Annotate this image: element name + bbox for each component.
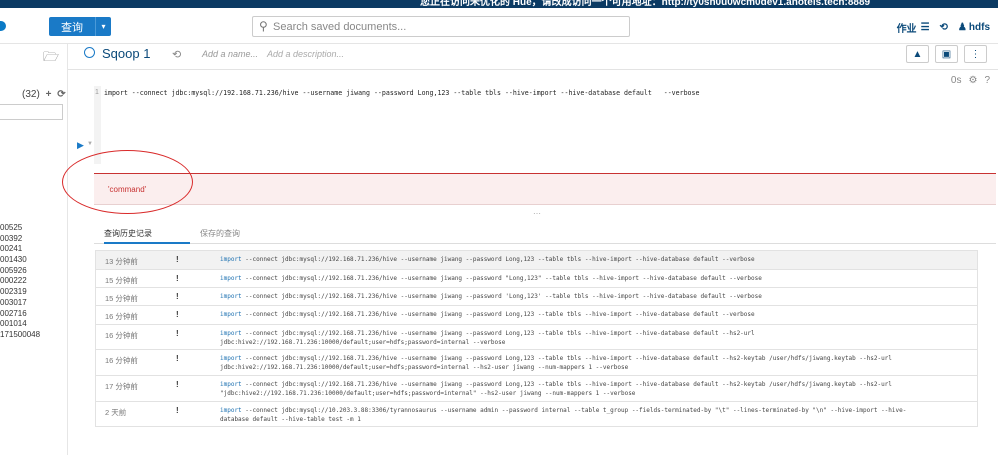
refresh-icon[interactable]: ⟳ (57, 89, 65, 100)
add-icon[interactable]: + (46, 89, 52, 100)
document-search: ⚲ (252, 16, 630, 37)
jobs-label: 作业 (896, 24, 917, 35)
status-icon: ! (176, 255, 179, 264)
list-item[interactable]: 001430 (0, 255, 68, 266)
table-row[interactable]: 16 分钟前 ! import --connect jdbc:mysql://1… (95, 350, 978, 376)
tab-saved-queries[interactable]: 保存的查询 (200, 228, 240, 244)
code-editor[interactable]: 1 import --connect jdbc:mysql://192.168.… (94, 86, 996, 164)
chevron-down-icon[interactable]: ▼ (87, 141, 93, 147)
editor-title: Sqoop 1 (102, 46, 151, 61)
notice-text: 您正在访问未优化的 Hue，请改成访问一个可用地址：http://ty0sh0u… (420, 0, 871, 8)
user-name: hdfs (968, 22, 990, 33)
history-table: 13 分钟前 ! import --connect jdbc:mysql://1… (95, 250, 978, 427)
result-tabs: 查询历史记录 保存的查询 (94, 224, 996, 244)
chart-button[interactable]: ▲ (906, 45, 929, 63)
row-command: import --connect jdbc:mysql://192.168.71… (220, 293, 762, 300)
list-item[interactable]: 003017 (0, 298, 68, 309)
row-time: 13 分钟前 (105, 257, 138, 266)
row-command: import --connect jdbc:mysql://192.168.71… (220, 275, 762, 282)
row-command: import --connect jdbc:mysql://192.168.71… (220, 256, 755, 263)
history-icon[interactable]: ⟲ (172, 48, 181, 61)
row-command: import --connect jdbc:mysql://192.168.71… (220, 355, 892, 371)
tab-query-history[interactable]: 查询历史记录 (104, 228, 190, 244)
user-icon: ♟ (957, 22, 967, 33)
filter-input[interactable] (0, 104, 63, 120)
table-row[interactable]: 13 分钟前 ! import --connect jdbc:mysql://1… (95, 250, 978, 270)
status-icon: ! (176, 380, 179, 389)
table-count: (32) + ⟳ (22, 89, 66, 100)
status-icon: ! (176, 310, 179, 319)
table-row[interactable]: 16 分钟前 ! import --connect jdbc:mysql://1… (95, 325, 978, 350)
row-time: 15 分钟前 (105, 276, 138, 285)
play-icon[interactable]: ▶ (77, 140, 84, 151)
hue-logo[interactable] (0, 21, 6, 31)
list-icon: ☰ (920, 22, 930, 33)
status-icon: ! (176, 354, 179, 363)
row-time: 16 分钟前 (105, 312, 138, 321)
list-item[interactable]: 171500048 (0, 330, 68, 341)
list-item[interactable]: 005926 (0, 266, 68, 277)
chart-icon: ▲ (912, 48, 923, 60)
row-command: import --connect jdbc:mysql://192.168.71… (220, 330, 755, 346)
timer-label: 0s (950, 75, 962, 86)
top-navbar: 查询 ▾ ⚲ 作业 ☰ ⟲ ♟ hdfs (0, 8, 998, 44)
table-row[interactable]: 2 天前 ! import --connect jdbc:mysql://10.… (95, 402, 978, 427)
list-item[interactable]: 001014 (0, 319, 68, 330)
line-number: 1 (95, 89, 99, 96)
sqoop-icon (84, 47, 95, 58)
table-row[interactable]: 16 分钟前 ! import --connect jdbc:mysql://1… (95, 306, 978, 325)
description-field[interactable]: Add a description... (267, 49, 344, 59)
annotation-circle (62, 150, 193, 214)
snippet-header: Sqoop 1 ⟲ Add a name... Add a descriptio… (68, 44, 998, 64)
save-button[interactable]: ▣ (935, 45, 958, 63)
name-field[interactable]: Add a name... (202, 49, 258, 59)
notice-banner: 您正在访问未优化的 Hue，请改成访问一个可用地址：http://ty0sh0u… (0, 0, 998, 8)
top-right-menu: 作业 ☰ ⟲ ♟ hdfs (887, 20, 990, 35)
more-icon: ⋮ (970, 48, 981, 60)
table-list: 00525 00392 00241 001430 005926 000222 0… (0, 223, 68, 341)
resize-handle[interactable]: ⋯ (533, 209, 542, 218)
row-time: 17 分钟前 (105, 382, 138, 391)
query-dropdown-toggle[interactable]: ▾ (95, 17, 111, 36)
search-icon: ⚲ (259, 19, 268, 33)
code-line[interactable]: import --connect jdbc:mysql://192.168.71… (104, 89, 699, 97)
row-time: 16 分钟前 (105, 356, 138, 365)
table-row[interactable]: 15 分钟前 ! import --connect jdbc:mysql://1… (95, 270, 978, 288)
user-menu[interactable]: ♟ hdfs (958, 22, 990, 33)
status-icon: ! (176, 406, 179, 415)
list-item[interactable]: 00241 (0, 244, 68, 255)
list-item[interactable]: 002319 (0, 287, 68, 298)
search-input[interactable] (273, 19, 623, 34)
gear-icon[interactable]: ⚙ (968, 75, 977, 86)
row-command: import --connect jdbc:mysql://10.203.3.8… (220, 407, 907, 423)
row-time: 2 天前 (105, 408, 127, 417)
row-command: import --connect jdbc:mysql://192.168.71… (220, 311, 755, 318)
status-icon: ! (176, 274, 179, 283)
snippet-tools: 0s ⚙ ? (944, 75, 990, 86)
row-time: 16 分钟前 (105, 331, 138, 340)
header-divider (68, 69, 998, 70)
list-item[interactable]: 000222 (0, 276, 68, 287)
row-command: import --connect jdbc:mysql://192.168.71… (220, 381, 892, 397)
table-count-label: (32) (22, 89, 40, 100)
error-panel: 'command' (94, 174, 996, 205)
more-button[interactable]: ⋮ (964, 45, 987, 63)
table-row[interactable]: 15 分钟前 ! import --connect jdbc:mysql://1… (95, 288, 978, 306)
row-time: 15 分钟前 (105, 294, 138, 303)
history-icon[interactable]: ⟲ (940, 22, 948, 33)
list-item[interactable]: 002716 (0, 309, 68, 320)
jobs-button[interactable]: 作业 ☰ (897, 20, 930, 35)
query-button[interactable]: 查询 (49, 17, 95, 36)
status-icon: ! (176, 329, 179, 338)
table-row[interactable]: 17 分钟前 ! import --connect jdbc:mysql://1… (95, 376, 978, 402)
left-assist-panel: 🗁 (32) + ⟳ 00525 00392 00241 001430 0059… (0, 44, 68, 455)
folder-icon[interactable]: 🗁 (43, 48, 59, 70)
save-icon: ▣ (941, 48, 952, 60)
status-icon: ! (176, 292, 179, 301)
help-icon[interactable]: ? (984, 75, 990, 86)
list-item[interactable]: 00392 (0, 234, 68, 245)
list-item[interactable]: 00525 (0, 223, 68, 234)
